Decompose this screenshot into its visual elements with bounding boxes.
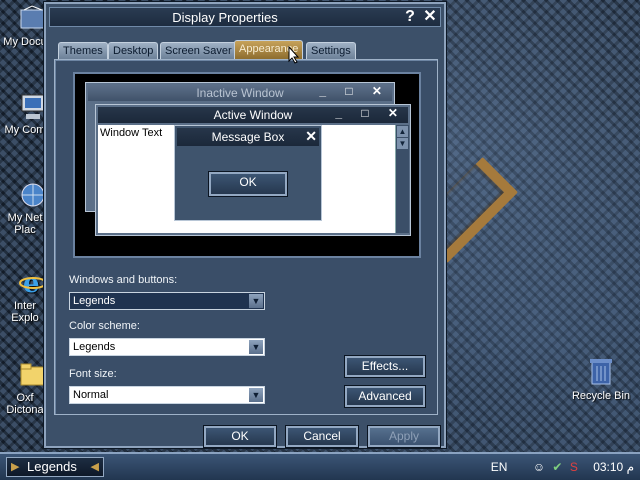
cancel-button[interactable]: Cancel [285, 425, 359, 448]
preview-message-ok: OK [208, 171, 288, 197]
desktop-icon-oxford-dictionary[interactable]: Oxf Dictona [0, 360, 50, 416]
ok-button[interactable]: OK [203, 425, 277, 448]
desktop-icon-my-computer[interactable]: My Com [0, 92, 50, 136]
clock[interactable]: 03:10 م [593, 460, 634, 474]
desktop-icon-label: Inter Explo [11, 300, 39, 324]
desktop-icon-internet-explorer[interactable]: e Inter Explo [0, 268, 50, 324]
help-button[interactable]: ? [402, 9, 418, 25]
desktop-icon-label: My Com [4, 124, 46, 136]
desktop-icon-network-places[interactable]: My Net Plac [0, 180, 50, 236]
messenger-icon[interactable]: ☺ [533, 460, 545, 474]
font-size-select[interactable]: Normal ▼ [69, 386, 265, 404]
system-tray: EN ☺ ✔ S 03:10 م [491, 457, 634, 477]
chevron-down-icon[interactable]: ▼ [249, 294, 263, 308]
preview-title-buttons: _ □ ✕ [335, 106, 406, 120]
close-icon: ✕ [305, 128, 317, 144]
tab-screen-saver[interactable]: Screen Saver [160, 42, 237, 59]
windows-buttons-select[interactable]: Legends ▼ [69, 292, 265, 310]
dialog-title: Display Properties [172, 10, 278, 25]
arrow-right-icon: ▶ [11, 461, 20, 473]
appearance-tab-panel: Inactive Window _ □ ✕ Active Window _ □ … [54, 59, 438, 415]
font-size-value: Normal [73, 389, 109, 401]
scroll-down-icon: ▼ [397, 138, 408, 149]
language-indicator[interactable]: EN [491, 460, 508, 474]
scroll-up-icon: ▲ [397, 126, 408, 137]
apply-button[interactable]: Apply [367, 425, 441, 448]
tab-desktop[interactable]: Desktop [108, 42, 159, 59]
security-tray-icon[interactable]: S [570, 460, 578, 474]
start-button[interactable]: ▶ Legends ◀ [6, 457, 104, 477]
svg-text:e: e [23, 269, 40, 298]
tab-themes[interactable]: Themes [58, 42, 108, 59]
desktop-icon-my-documents[interactable]: My Docu [0, 4, 50, 48]
desktop-icon-label: Recycle Bin [571, 390, 631, 402]
preview-scrollbar: ▲ ▼ [395, 125, 409, 233]
color-scheme-select[interactable]: Legends ▼ [69, 338, 265, 356]
mouse-cursor-icon [288, 45, 300, 67]
appearance-preview: Inactive Window _ □ ✕ Active Window _ □ … [73, 72, 421, 258]
chevron-down-icon[interactable]: ▼ [249, 340, 263, 354]
desktop-icon-recycle-bin[interactable]: Recycle Bin [568, 356, 634, 402]
desktop-icon-label: My Docu [3, 36, 47, 48]
desktop-icon-label: My Net Plac [7, 212, 43, 236]
preview-message-title: Message Box [177, 128, 319, 146]
preview-active-window: Active Window _ □ ✕ Window Text ▲ ▼ Mess… [95, 104, 411, 236]
effects-button[interactable]: Effects... [344, 355, 426, 378]
display-properties-dialog: Display Properties ? ✕ Themes Desktop Sc… [44, 2, 446, 448]
color-scheme-value: Legends [73, 341, 116, 353]
preview-title-buttons: _ □ ✕ [319, 84, 390, 98]
advanced-button[interactable]: Advanced [344, 385, 426, 408]
desktop-icon-label: Oxf Dictona [6, 392, 44, 416]
close-button[interactable]: ✕ [422, 9, 438, 25]
tab-settings[interactable]: Settings [306, 42, 356, 59]
windows-buttons-label: Windows and buttons: [69, 274, 178, 286]
color-scheme-label: Color scheme: [69, 320, 140, 332]
preview-window-text: Window Text [100, 127, 163, 139]
preview-message-box: Message Box ✕ OK [174, 125, 322, 221]
windows-buttons-value: Legends [73, 295, 116, 307]
arrow-left-icon: ◀ [90, 461, 99, 473]
network-tray-icon[interactable]: ✔ [552, 460, 562, 474]
recycle-bin-icon [588, 356, 614, 386]
font-size-label: Font size: [69, 368, 117, 380]
taskbar: ▶ Legends ◀ EN ☺ ✔ S 03:10 م [0, 452, 640, 480]
chevron-down-icon[interactable]: ▼ [249, 388, 263, 402]
start-label: Legends [27, 459, 77, 474]
dialog-titlebar[interactable]: Display Properties ? ✕ [49, 7, 441, 27]
